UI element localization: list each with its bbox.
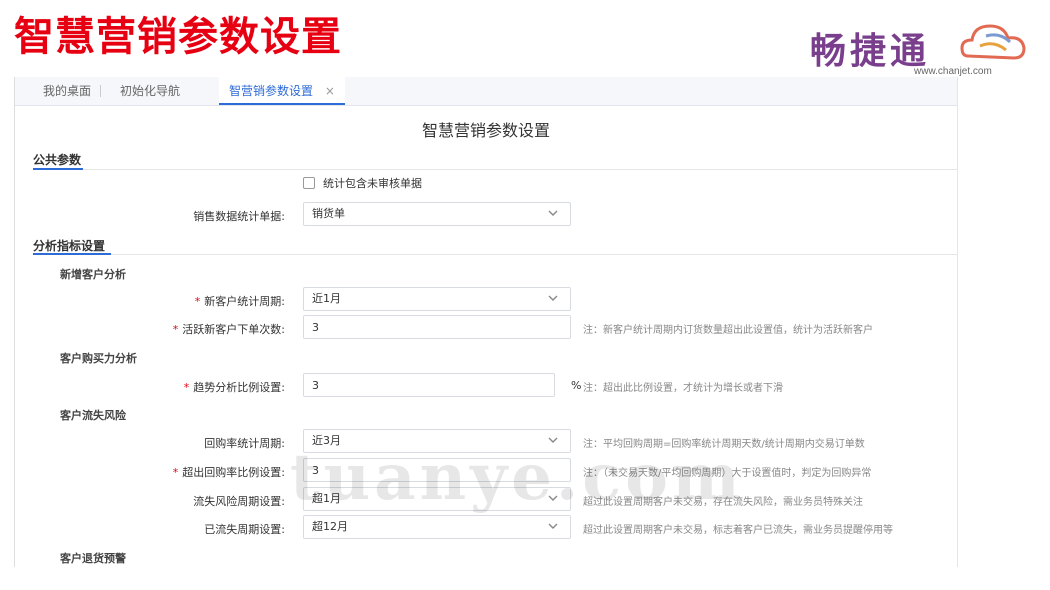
tab-init-guide-label: 初始化导航 — [120, 84, 181, 98]
repurchase-period-select[interactable]: 近3月 — [303, 429, 571, 453]
cloud-logo-icon — [960, 24, 1026, 60]
new-customer-period-value: 近1月 — [312, 292, 341, 305]
divider — [33, 169, 957, 170]
close-icon[interactable]: × — [325, 84, 335, 98]
section-analysis: 分析指标设置 — [33, 239, 106, 253]
chevron-down-icon — [548, 210, 558, 216]
trend-ratio-field[interactable] — [304, 374, 554, 397]
tab-desktop[interactable]: 我的桌面 — [33, 77, 102, 105]
risk-period-label: 流失风险周期设置: — [193, 495, 285, 508]
lost-period-value: 超12月 — [312, 520, 348, 533]
logo-text: 畅捷通 — [810, 31, 931, 72]
include-unaudited-label: 统计包含未审核单据 — [323, 177, 422, 190]
repurchase-period-label: 回购率统计周期: — [204, 437, 285, 450]
trend-ratio-note: 注：超出此比例设置，才统计为增长或者下滑 — [583, 383, 783, 394]
sales-stat-label: 销售数据统计单据: — [193, 210, 285, 223]
required-mark: * — [194, 295, 201, 308]
chevron-down-icon — [548, 523, 558, 529]
new-customer-period-select[interactable]: 近1月 — [303, 287, 571, 311]
page-title: 智慧营销参数设置 — [421, 121, 550, 140]
exceed-ratio-text: 超出回购率比例设置: — [182, 466, 285, 479]
logo-url: www.chanjet.com — [914, 66, 992, 77]
trend-ratio-text: 趋势分析比例设置: — [193, 381, 285, 394]
lost-period-note: 超过此设置周期客户未交易，标志着客户已流失，需业务员提醒停用等 — [583, 525, 893, 536]
chevron-down-icon — [548, 437, 558, 443]
chevron-down-icon — [548, 295, 558, 301]
risk-period-note: 超过此设置周期客户未交易，存在流失风险，需业务员特殊关注 — [583, 497, 863, 508]
required-mark: * — [183, 381, 190, 394]
slide-title: 智慧营销参数设置 — [14, 14, 342, 60]
trend-ratio-label: * 趋势分析比例设置: — [15, 379, 285, 395]
section-public-params: 公共参数 — [33, 153, 82, 167]
tab-marketing-settings-label: 智营销参数设置 — [229, 84, 314, 98]
group-churn: 客户流失风险 — [60, 409, 126, 422]
required-mark: * — [172, 323, 179, 336]
tab-marketing-settings[interactable]: 智营销参数设置 × — [219, 77, 345, 105]
tab-bar: 我的桌面 初始化导航 智营销参数设置 × — [15, 77, 957, 106]
lost-period-label: 已流失周期设置: — [204, 523, 285, 536]
chanjet-logo: 畅捷通 www.chanjet.com — [810, 16, 1030, 78]
new-customer-period-label: * 新客户统计周期: — [15, 293, 285, 309]
group-return-warning: 客户退货预警 — [60, 552, 126, 565]
tab-desktop-label: 我的桌面 — [43, 84, 92, 98]
tab-init-guide[interactable]: 初始化导航 — [110, 77, 190, 105]
group-new-customer: 新增客户分析 — [60, 268, 126, 281]
divider — [33, 254, 957, 255]
active-orders-label: * 活跃新客户下单次数: — [15, 321, 285, 337]
section-underline — [33, 253, 111, 255]
required-mark: * — [172, 466, 179, 479]
repurchase-period-note: 注：平均回购周期=回购率统计周期天数/统计周期内交易订单数 — [583, 439, 865, 450]
risk-period-value: 超1月 — [312, 492, 341, 505]
new-customer-period-text: 新客户统计周期: — [204, 295, 285, 308]
exceed-ratio-label: * 超出回购率比例设置: — [15, 464, 285, 480]
exceed-ratio-note: 注：（未交易天数/平均回购周期）大于设置值时，判定为回购异常 — [583, 468, 872, 479]
exceed-ratio-field[interactable] — [304, 459, 570, 482]
active-orders-text: 活跃新客户下单次数: — [182, 323, 285, 336]
trend-ratio-input[interactable] — [303, 373, 555, 397]
active-orders-field[interactable] — [304, 316, 570, 339]
chevron-down-icon — [548, 495, 558, 501]
section-underline — [33, 168, 83, 170]
sales-stat-value: 销货单 — [312, 207, 345, 220]
active-orders-input[interactable] — [303, 315, 571, 339]
active-orders-note: 注：新客户统计周期内订货数量超出此设置值，统计为活跃新客户 — [583, 325, 873, 336]
include-unaudited-checkbox[interactable] — [303, 177, 315, 189]
group-purchase-power: 客户购买力分析 — [60, 352, 137, 365]
app-window: 我的桌面 初始化导航 智营销参数设置 × 智慧营销参数设置 公共参数 统计包含未… — [14, 77, 958, 567]
risk-period-select[interactable]: 超1月 — [303, 487, 571, 511]
repurchase-period-value: 近3月 — [312, 434, 341, 447]
lost-period-select[interactable]: 超12月 — [303, 515, 571, 539]
percent-unit: % — [571, 379, 582, 392]
sales-stat-select[interactable]: 销货单 — [303, 202, 571, 226]
exceed-ratio-input[interactable] — [303, 458, 571, 482]
